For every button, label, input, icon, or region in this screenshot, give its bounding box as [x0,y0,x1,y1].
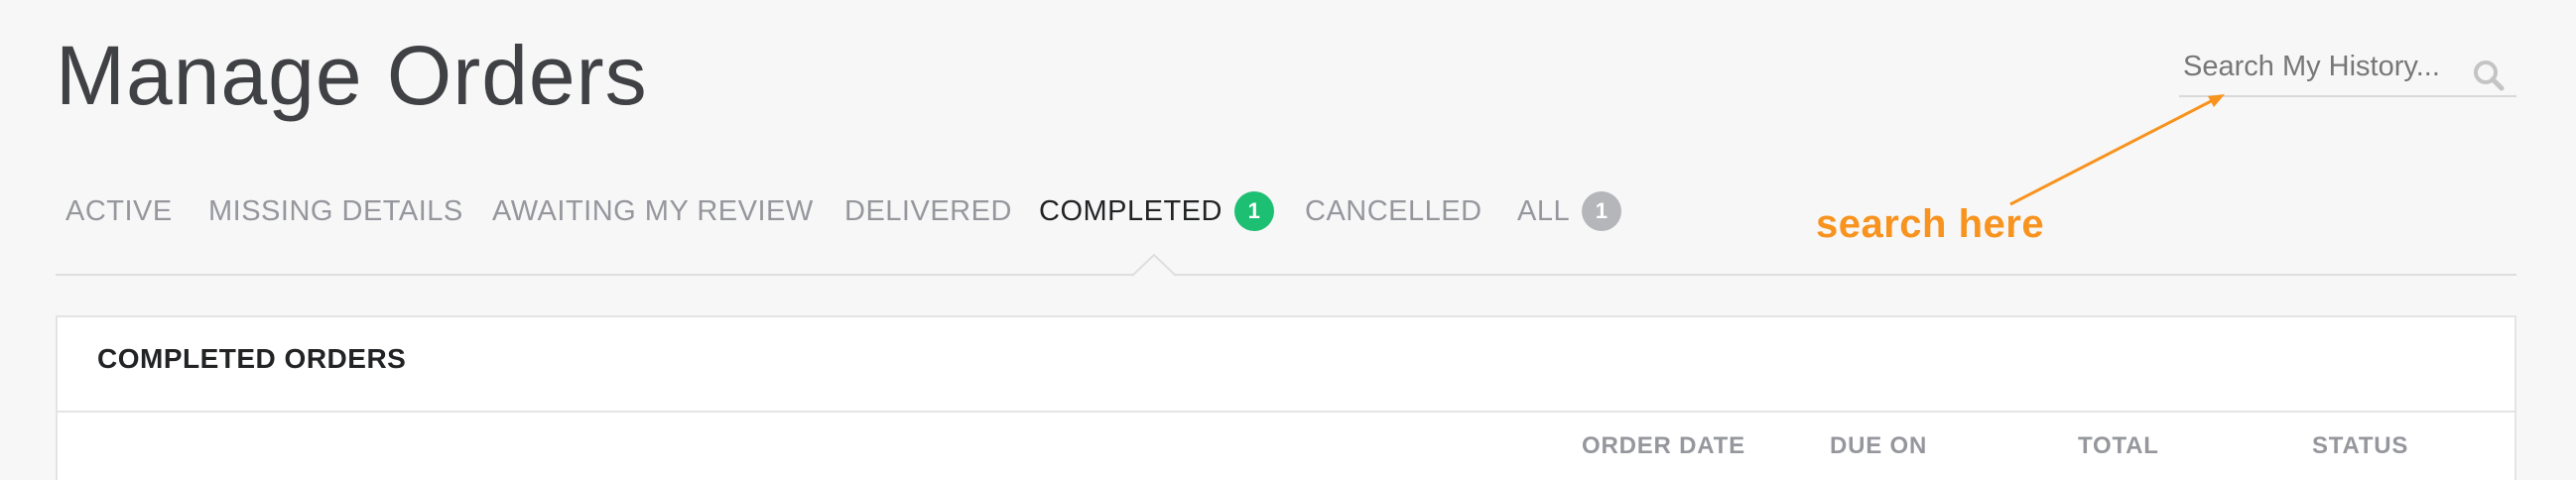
tab-completed[interactable]: COMPLETED 1 [1039,186,1274,236]
order-status-tabs: ACTIVE MISSING DETAILS AWAITING MY REVIE… [56,186,2516,276]
tab-missing-details[interactable]: MISSING DETAILS [208,186,463,236]
active-tab-indicator [1132,253,1176,277]
tab-label: DELIVERED [844,194,1012,227]
page-title: Manage Orders [56,29,648,122]
column-header-status[interactable]: STATUS [2312,432,2408,460]
column-header-order-date[interactable]: ORDER DATE [1582,432,1745,460]
tab-label: CANCELLED [1305,194,1482,227]
panel-title: COMPLETED ORDERS [97,343,407,374]
completed-orders-panel: COMPLETED ORDERS ORDER DATE DUE ON TOTAL… [56,315,2516,480]
tab-label: ACTIVE [65,194,173,227]
column-header-total[interactable]: TOTAL [2078,432,2159,460]
search-input[interactable] [2183,44,2461,89]
search-box[interactable] [2179,44,2516,97]
tab-label: ALL [1517,194,1571,227]
search-icon[interactable] [2471,58,2507,93]
tab-active[interactable]: ACTIVE [65,186,173,236]
tab-label: COMPLETED [1039,194,1223,227]
page: Manage Orders ACTIVE MISSING DETAILS AWA… [0,0,2576,480]
tab-delivered[interactable]: DELIVERED [844,186,1012,236]
tab-label: AWAITING MY REVIEW [492,194,814,227]
tab-label: MISSING DETAILS [208,194,463,227]
divider [58,411,2514,413]
search-annotation-label: search here [1816,202,2045,246]
tab-cancelled[interactable]: CANCELLED [1305,186,1482,236]
tab-all[interactable]: ALL 1 [1517,186,1622,236]
column-header-due-on[interactable]: DUE ON [1830,432,1927,460]
all-count-badge: 1 [1582,191,1622,231]
tab-awaiting-my-review[interactable]: AWAITING MY REVIEW [492,186,814,236]
completed-count-badge: 1 [1233,191,1274,231]
